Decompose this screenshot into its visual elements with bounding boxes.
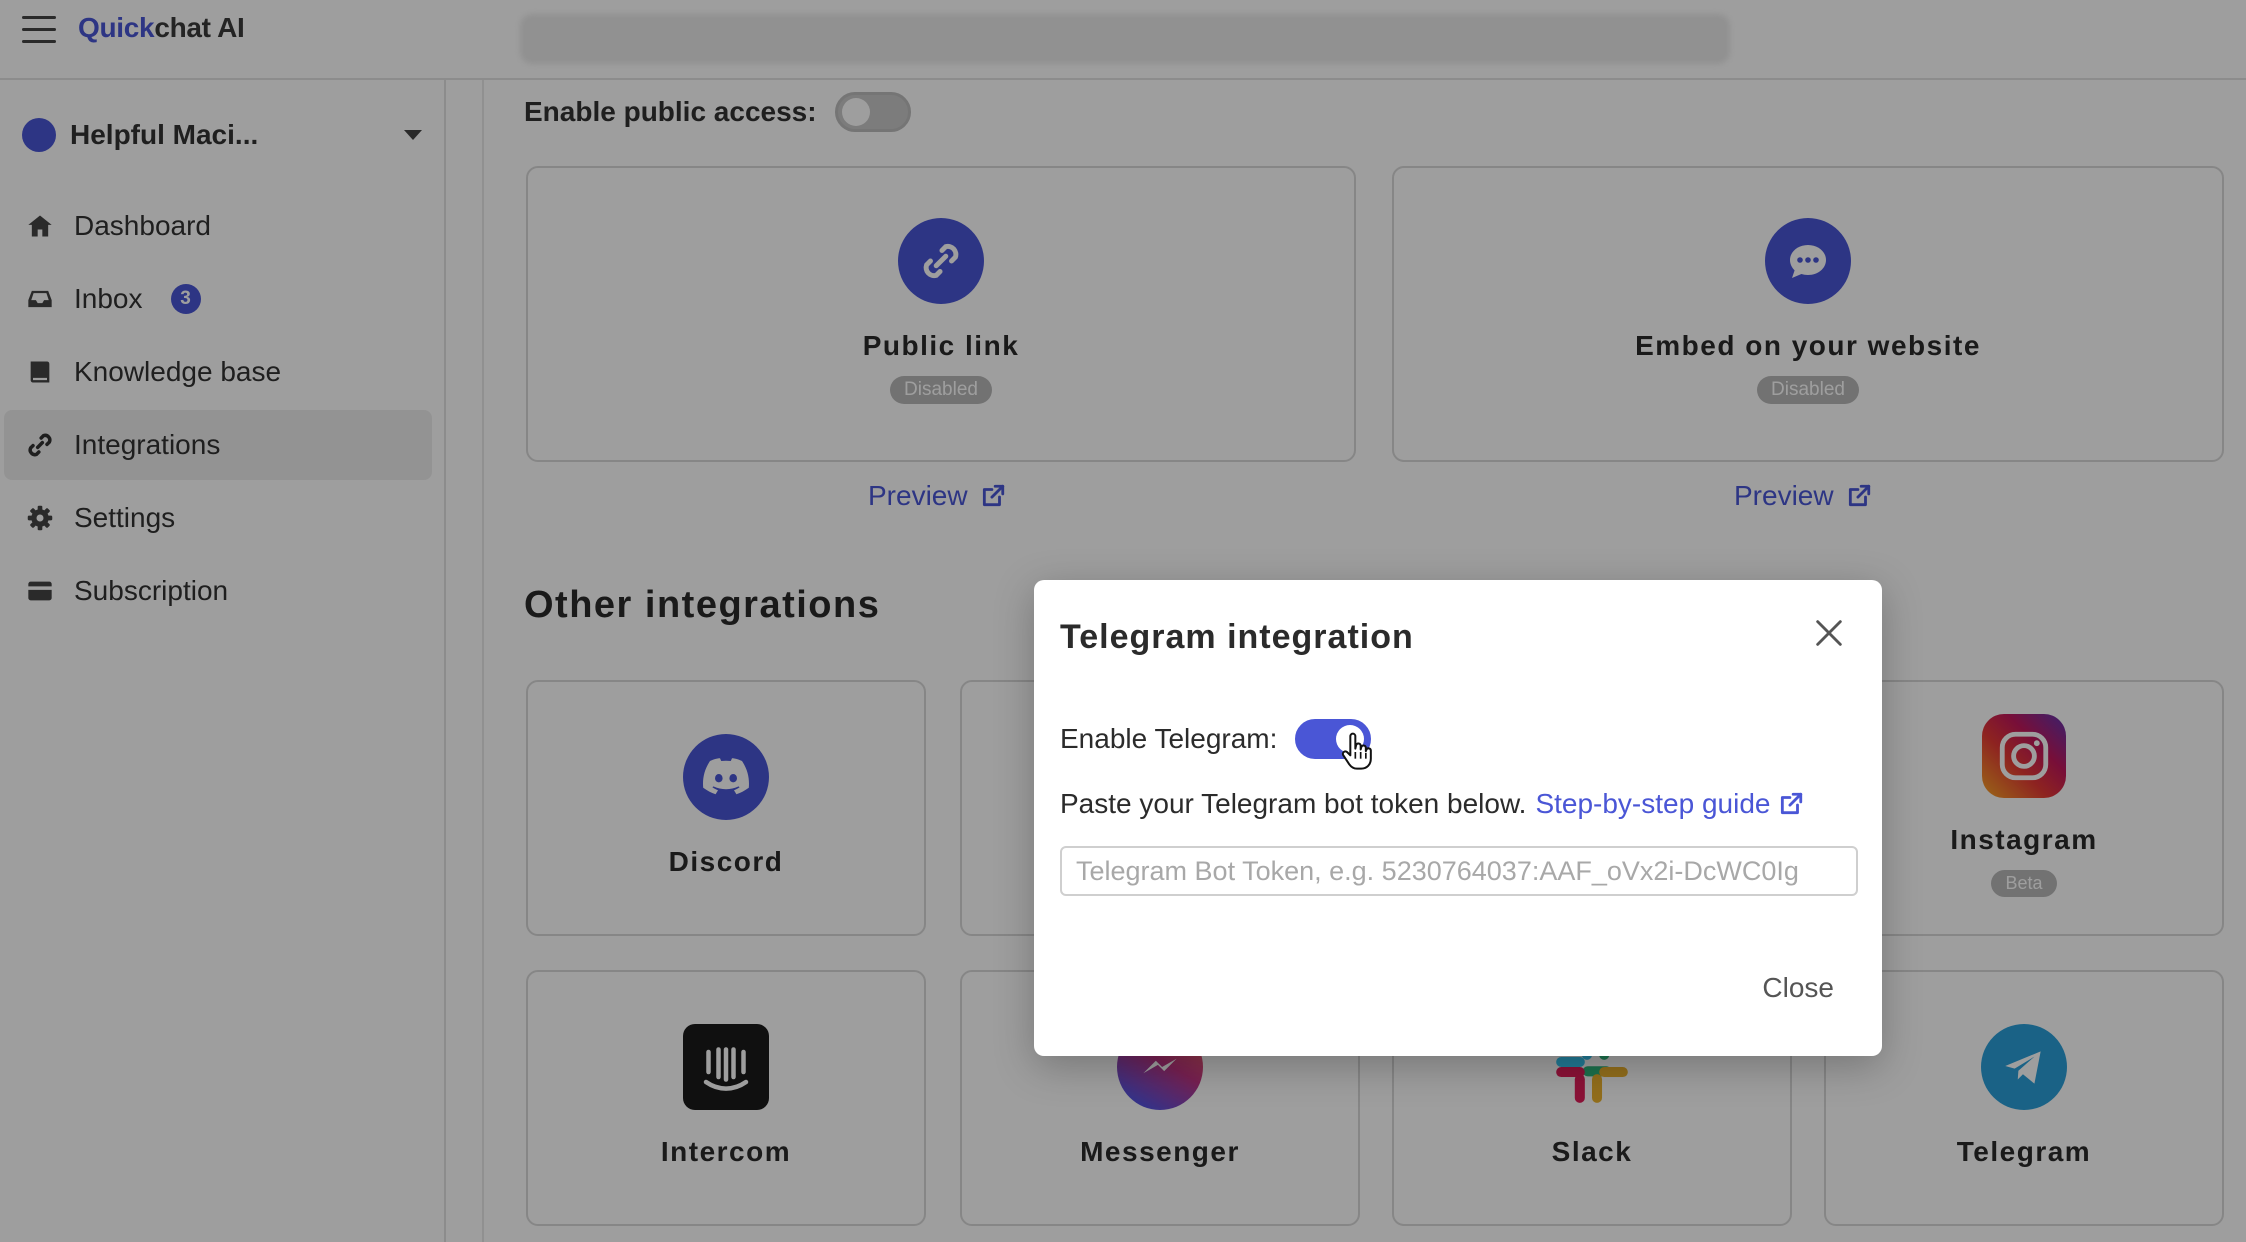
telegram-token-input[interactable] bbox=[1060, 846, 1858, 896]
instruction-text: Paste your Telegram bot token below. bbox=[1060, 788, 1527, 819]
external-link-icon bbox=[1781, 792, 1803, 815]
hand-cursor-icon bbox=[1340, 732, 1374, 772]
enable-telegram-row: Enable Telegram: bbox=[1060, 714, 1372, 764]
close-button[interactable]: Close bbox=[1762, 972, 1834, 1004]
instruction-row: Paste your Telegram bot token below. Ste… bbox=[1060, 788, 1804, 820]
enable-telegram-label: Enable Telegram: bbox=[1060, 723, 1278, 754]
modal-title: Telegram integration bbox=[1060, 618, 1414, 656]
telegram-integration-modal: Telegram integration Enable Telegram: Pa… bbox=[1034, 580, 1882, 1056]
close-icon[interactable] bbox=[1812, 616, 1846, 650]
step-by-step-guide-link[interactable]: Step-by-step guide bbox=[1535, 788, 1804, 820]
